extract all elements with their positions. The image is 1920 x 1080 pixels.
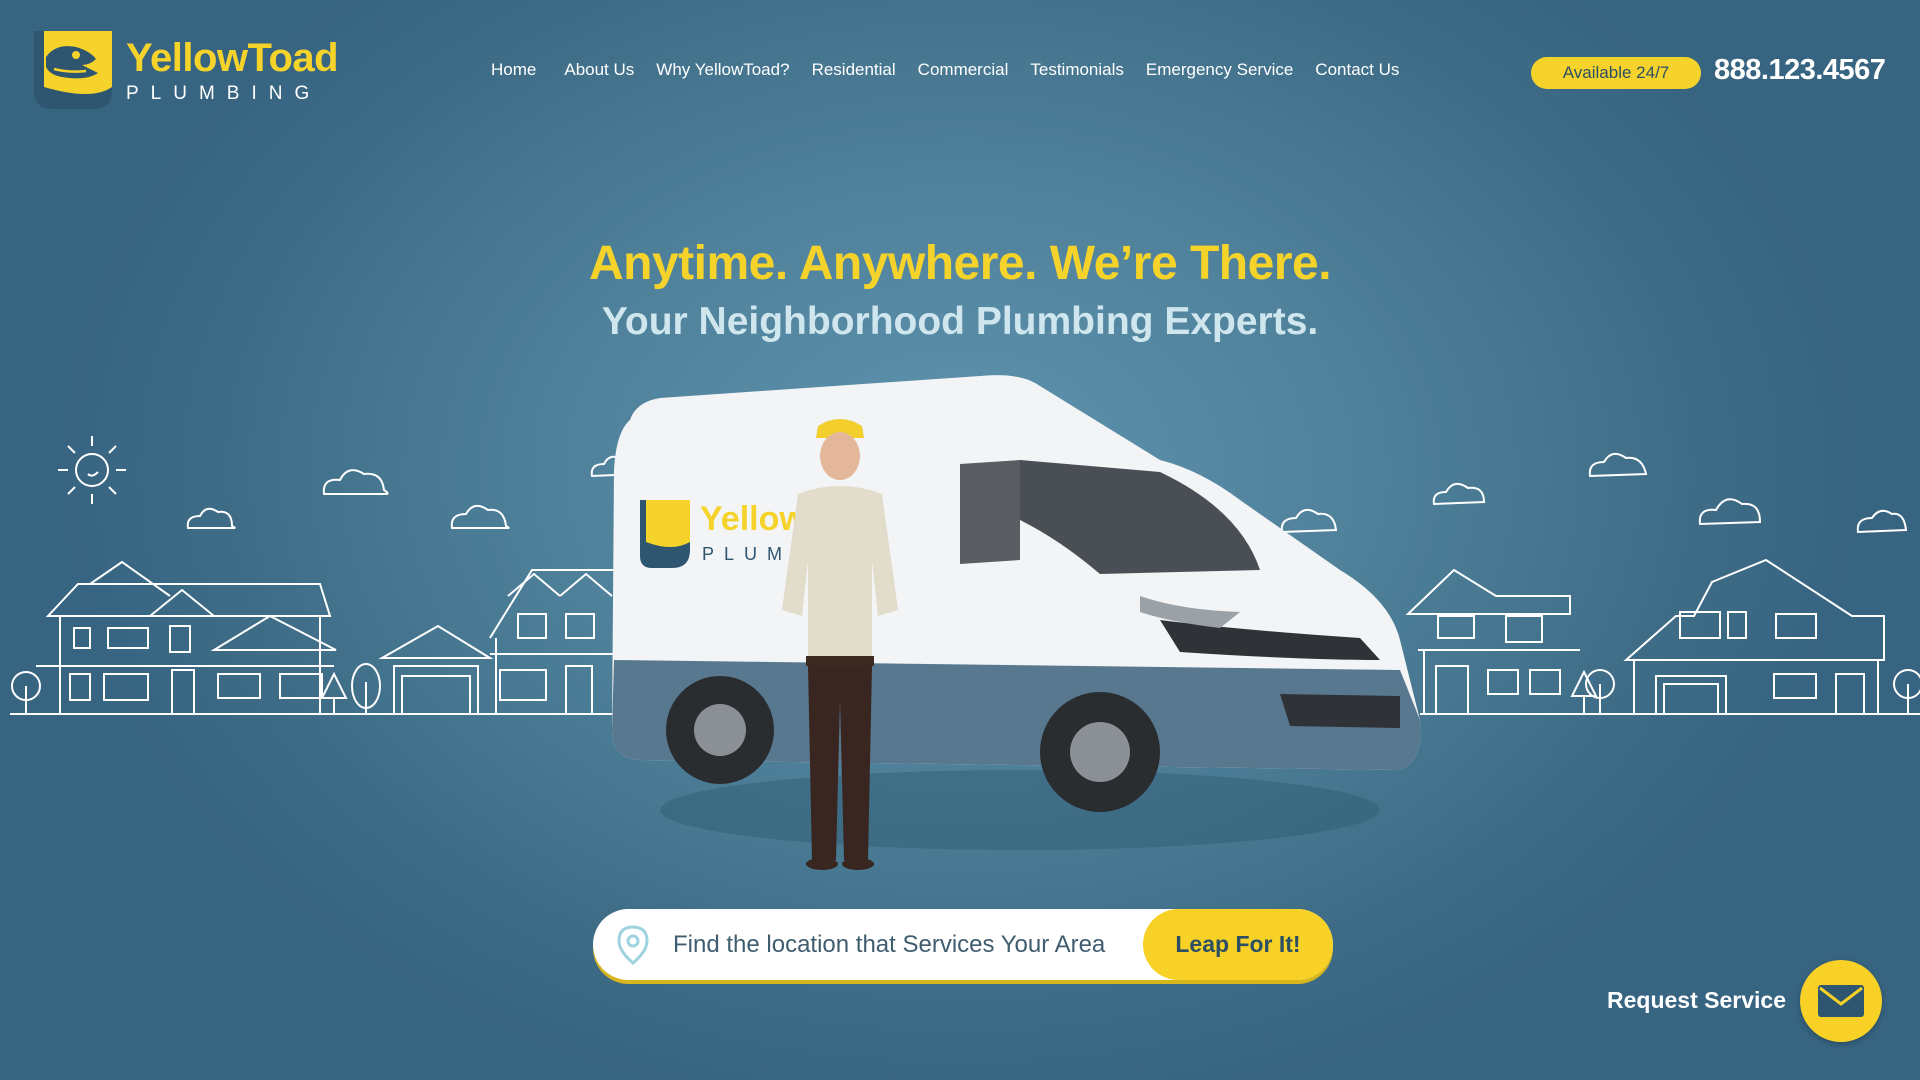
phone-number-link[interactable]: 888.123.4567: [1714, 54, 1886, 87]
house-icon: [36, 560, 337, 715]
nav-residential[interactable]: Residential: [801, 60, 907, 80]
request-service-label[interactable]: Request Service: [1607, 987, 1786, 1014]
nav-testimonials[interactable]: Testimonials: [1019, 60, 1135, 80]
van-photo: YellowToad PLUMBING: [612, 375, 1421, 870]
location-pin-icon: [617, 925, 649, 965]
tree-icon: [11, 663, 381, 714]
leap-for-it-button[interactable]: Leap For It!: [1143, 909, 1333, 980]
nav-commercial[interactable]: Commercial: [907, 60, 1020, 80]
house-icon: [1623, 558, 1885, 715]
nav-emergency-service[interactable]: Emergency Service: [1135, 60, 1304, 80]
site-header: YellowToad PLUMBING Home About Us Why Ye…: [0, 0, 1920, 140]
sun-icon: [58, 436, 126, 504]
logo-tagline: PLUMBING: [126, 82, 322, 104]
logo[interactable]: YellowToad PLUMBING: [32, 28, 352, 112]
location-search-bar: Leap For It!: [593, 909, 1333, 980]
logo-name: YellowToad: [126, 35, 339, 80]
toad-logo-icon: [34, 31, 112, 109]
nav-about-us[interactable]: About Us: [553, 60, 645, 80]
nav-why-yellowtoad[interactable]: Why YellowToad?: [645, 60, 800, 80]
nav-home[interactable]: Home: [480, 60, 547, 80]
request-service-button[interactable]: [1800, 960, 1882, 1042]
main-nav: Home About Us Why YellowToad? Residentia…: [480, 60, 1410, 80]
envelope-icon: [1818, 985, 1864, 1017]
tree-icon: [1570, 669, 1920, 714]
hero-subheadline: Your Neighborhood Plumbing Experts.: [601, 300, 1319, 343]
nav-contact-us[interactable]: Contact Us: [1304, 60, 1410, 80]
availability-badge: Available 24/7: [1531, 57, 1701, 89]
house-icon: [378, 569, 631, 715]
hero-headline: Anytime. Anywhere. We’re There.: [588, 237, 1332, 290]
